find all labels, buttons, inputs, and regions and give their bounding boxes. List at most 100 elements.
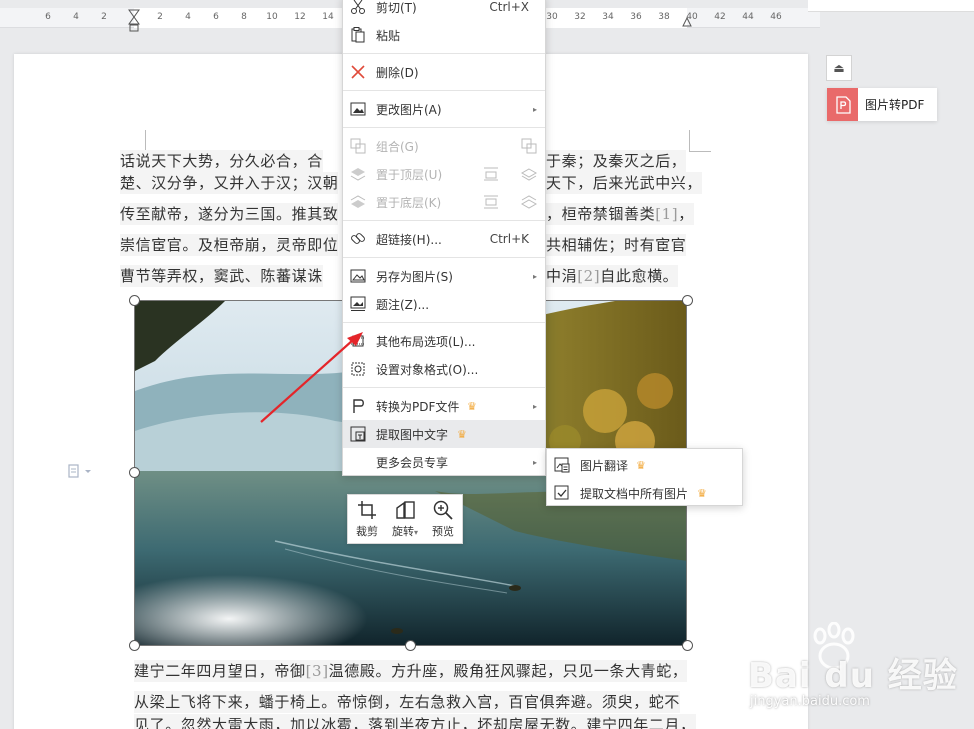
paragraph-line[interactable]: 楚、汉分争，又并入于汉；汉朝: [120, 172, 339, 194]
layer-up-icon: [521, 168, 537, 181]
collapse-panel-button[interactable]: ⏏: [826, 55, 852, 81]
menu-item-label: 设置对象格式(O)...: [376, 362, 479, 377]
resize-handle[interactable]: [405, 640, 416, 651]
crop-button[interactable]: 裁剪: [348, 495, 386, 543]
image-quick-toolbar: 裁剪 旋转▾ 预览: [347, 494, 463, 544]
ruler-number: 2: [157, 12, 163, 22]
menu-item-hyperlink[interactable]: 超链接(H)... Ctrl+K: [343, 225, 545, 253]
submenu-arrow-icon: ▸: [532, 271, 537, 281]
menu-item-send-to-back[interactable]: 置于底层(K): [343, 188, 545, 216]
paragraph-text: ，桓帝禁锢善类: [546, 205, 656, 223]
menu-item-caption[interactable]: 题注(Z)...: [343, 290, 545, 318]
citation-mark[interactable]: [2]: [577, 267, 600, 285]
crown-icon: ♛: [636, 458, 646, 472]
scissors-icon: [351, 0, 365, 14]
pdf-file-icon: [835, 95, 851, 114]
indent-marker-icon[interactable]: [128, 8, 140, 34]
rotate-button[interactable]: 旋转▾: [386, 495, 424, 543]
crop-icon: [358, 500, 376, 519]
paragraph-line[interactable]: ，桓帝禁锢善类[1]，: [546, 203, 694, 225]
eject-icon: ⏏: [833, 61, 845, 75]
submenu-arrow-icon: ▸: [532, 401, 537, 411]
paragraph-line[interactable]: 崇信宦官。及桓帝崩，灵帝即位: [120, 234, 339, 256]
paragraph-text: 中涓: [546, 267, 578, 285]
preview-button[interactable]: 预览: [424, 495, 462, 543]
menu-item-label: 转换为PDF文件: [376, 399, 460, 414]
ruler-number: 4: [185, 12, 191, 22]
menu-item-label: 超链接(H)...: [376, 232, 442, 247]
group-icon: [350, 138, 366, 154]
paragraph-line[interactable]: 中涓[2]自此愈横。: [546, 265, 679, 287]
ruler-number: 6: [45, 12, 51, 22]
menu-item-save-as-picture[interactable]: 另存为图片(S) ▸: [343, 262, 545, 290]
menu-item-layout-options[interactable]: 其他布局选项(L)...: [343, 327, 545, 355]
paragraph-line[interactable]: 见了。忽然大雷大雨，加以冰雹，落到半夜方止，坏却房屋无数。建宁四年二月，: [134, 714, 696, 729]
submenu-item-label: 图片翻译: [580, 458, 629, 473]
margin-corner-mark: [124, 130, 146, 152]
menu-item-more-member[interactable]: 更多会员专享 ▸: [343, 448, 545, 476]
rotate-icon: [396, 500, 415, 519]
ruler-number: 12: [294, 12, 306, 22]
paragraph-text: 建宁二年四月望日，帝御: [134, 662, 306, 680]
pdf-badge: [827, 88, 858, 121]
citation-mark[interactable]: [3]: [306, 662, 329, 680]
menu-item-label: 更多会员专享: [376, 455, 449, 470]
layer-down-icon: [521, 195, 537, 209]
menu-item-label: 置于底层(K): [376, 195, 442, 210]
margin-corner-mark: [689, 130, 711, 152]
resize-handle[interactable]: [129, 295, 140, 306]
bring-front-icon: [350, 168, 366, 181]
ruler-number: 32: [574, 12, 586, 22]
paragraph-line[interactable]: 共相辅佐；时有宦官: [546, 234, 687, 256]
crop-label: 裁剪: [356, 524, 378, 538]
menu-item-label: 另存为图片(S): [376, 269, 453, 284]
resize-handle[interactable]: [682, 295, 693, 306]
menu-item-label: 粘贴: [376, 28, 401, 43]
menu-separator: [343, 90, 545, 91]
paragraph-line[interactable]: 话说天下大势，分久必合，合: [120, 150, 323, 172]
context-menu: 剪切(T) Ctrl+X 粘贴 删除(D) 更改图片(A) ▸ 组合(G) 置于…: [342, 0, 546, 476]
resize-handle[interactable]: [129, 640, 140, 651]
menu-item-format-object[interactable]: 设置对象格式(O)...: [343, 355, 545, 383]
menu-item-label: 删除(D): [376, 65, 419, 80]
send-back-icon: [350, 195, 366, 208]
resize-handle[interactable]: [129, 467, 140, 478]
menu-item-delete[interactable]: 删除(D): [343, 58, 545, 86]
right-indent-marker-icon[interactable]: [682, 16, 692, 28]
menu-item-cut[interactable]: 剪切(T) Ctrl+X: [343, 0, 545, 21]
menu-item-change-picture[interactable]: 更改图片(A) ▸: [343, 95, 545, 123]
annotation-arrow-icon: [260, 332, 363, 423]
menu-separator: [343, 220, 545, 221]
paragraph-line[interactable]: 建宁二年四月望日，帝御[3]温德殿。方升座，殿角狂风骤起，只见一条大青蛇，: [134, 660, 688, 682]
align-top-icon: [484, 167, 498, 181]
menu-item-convert-pdf[interactable]: 转换为PDF文件 ♛ ▸: [343, 392, 545, 420]
ruler-number: 2: [101, 12, 107, 22]
watermark-title: Bai du 经验: [748, 656, 958, 696]
menu-separator: [343, 387, 545, 388]
citation-mark[interactable]: [1]: [655, 205, 678, 223]
crown-icon: ♛: [457, 427, 467, 441]
ruler-number: 38: [658, 12, 670, 22]
menu-item-group[interactable]: 组合(G): [343, 132, 545, 160]
save-picture-icon: [350, 269, 366, 283]
ruler-number: 34: [602, 12, 614, 22]
submenu-item-translate-image[interactable]: 图片翻译 ♛: [547, 451, 742, 479]
paragraph-line[interactable]: 传至献帝，遂分为三国。推其致: [120, 203, 339, 225]
paragraph-line[interactable]: 曹节等弄权，窦武、陈蕃谋诛: [120, 265, 323, 287]
extract-images-icon: [554, 485, 569, 500]
align-bottom-icon: [484, 195, 498, 209]
menu-item-paste[interactable]: 粘贴: [343, 21, 545, 49]
image-to-pdf-button[interactable]: 图片转PDF: [827, 88, 937, 121]
submenu-item-extract-images[interactable]: 提取文档中所有图片 ♛: [547, 479, 742, 507]
paragraph-line[interactable]: 天下，后来光武中兴，: [546, 172, 703, 194]
baidu-jingyan-watermark: Bai du 经验 jingyan.baidu.com: [748, 622, 974, 722]
menu-item-extract-text[interactable]: 提取图中文字 ♛: [343, 420, 545, 448]
paragraph-menu-icon[interactable]: [68, 464, 94, 482]
member-submenu: 图片翻译 ♛ 提取文档中所有图片 ♛: [546, 448, 743, 506]
paragraph-line[interactable]: 从梁上飞将下来，蟠于椅上。帝惊倒，左右急救入宫，百官俱奔避。须臾，蛇不: [134, 691, 681, 713]
menu-item-bring-to-front[interactable]: 置于顶层(U): [343, 160, 545, 188]
resize-handle[interactable]: [682, 640, 693, 651]
shortcut-text: Ctrl+K: [489, 232, 529, 246]
change-picture-icon: [350, 102, 366, 116]
paragraph-line[interactable]: 于秦；及秦灭之后，: [546, 150, 687, 172]
